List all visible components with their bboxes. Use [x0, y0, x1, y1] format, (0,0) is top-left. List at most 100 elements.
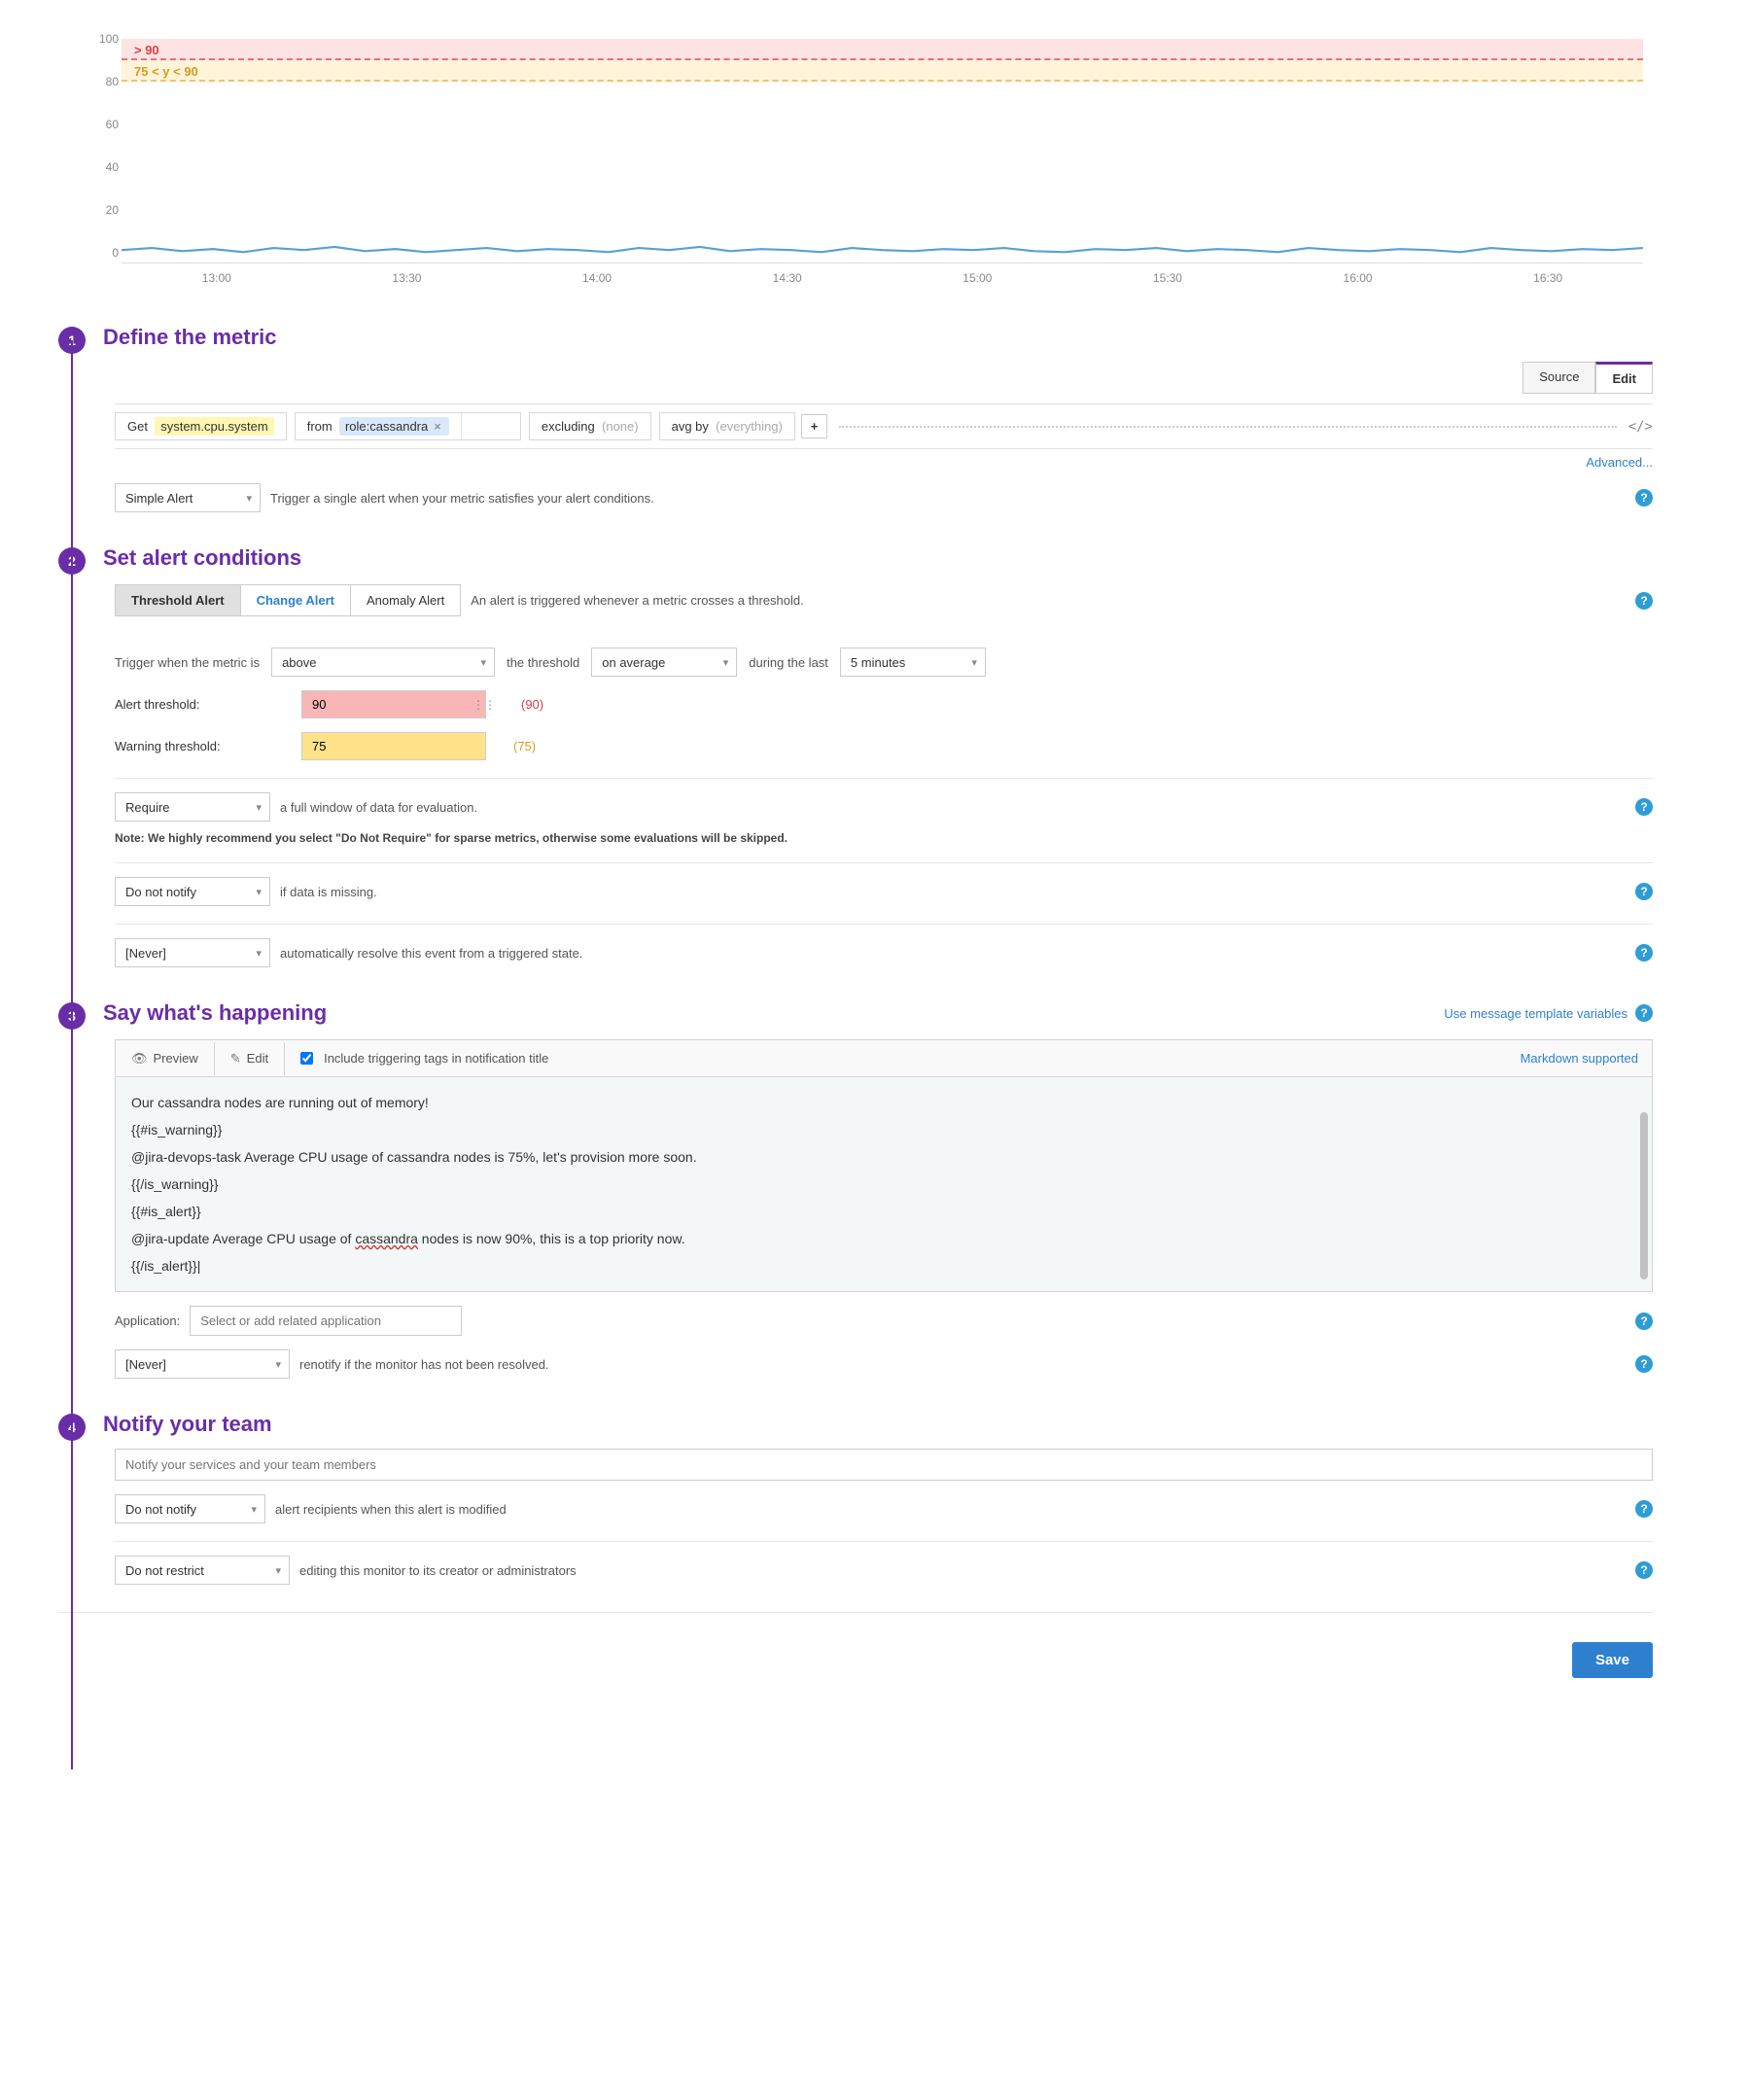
- require-note: Note: We highly recommend you select "Do…: [115, 831, 1653, 845]
- code-icon[interactable]: </>: [1628, 419, 1653, 435]
- x-tick: 14:00: [502, 263, 692, 285]
- markdown-supported-link[interactable]: Markdown supported: [1507, 1042, 1652, 1074]
- y-tick: 0: [88, 246, 119, 260]
- missing-desc: if data is missing.: [280, 885, 377, 899]
- step-timeline: [71, 340, 73, 1769]
- excluding-block[interactable]: excluding (none): [529, 412, 651, 440]
- method-select[interactable]: on average: [591, 648, 737, 677]
- renotify-desc: renotify if the monitor has not been res…: [299, 1357, 549, 1372]
- restrict-select[interactable]: Do not restrict: [115, 1556, 290, 1585]
- tab-edit[interactable]: Edit: [1595, 362, 1653, 394]
- editor-line: {{#is_warning}}: [131, 1116, 1636, 1143]
- query-divider: [839, 426, 1616, 428]
- tab-source[interactable]: Source: [1522, 362, 1595, 394]
- missing-data-select[interactable]: Do not notify: [115, 877, 270, 906]
- scrollbar-thumb[interactable]: [1640, 1112, 1648, 1279]
- label-from: from: [307, 419, 332, 434]
- alert-threshold-display: (90): [521, 697, 543, 712]
- metric-name[interactable]: system.cpu.system: [155, 417, 274, 436]
- y-tick: 20: [88, 203, 119, 217]
- advanced-link[interactable]: Advanced...: [1586, 455, 1653, 470]
- editor-line: {{#is_alert}}: [131, 1198, 1636, 1225]
- metric-query-row: Get system.cpu.system from role:cassandr…: [115, 403, 1653, 449]
- threshold-text: the threshold: [507, 655, 579, 670]
- notify-team-input[interactable]: [115, 1449, 1653, 1481]
- y-tick: 100: [88, 32, 119, 46]
- application-label: Application:: [115, 1313, 180, 1328]
- aggregate-block[interactable]: avg by (everything): [659, 412, 795, 440]
- x-tick: 16:00: [1263, 263, 1453, 285]
- editor-line: {{/is_alert}}|: [131, 1252, 1636, 1279]
- pencil-icon: ✎: [230, 1051, 241, 1067]
- help-icon[interactable]: ?: [1635, 883, 1653, 900]
- y-tick: 40: [88, 160, 119, 174]
- during-text: during the last: [749, 655, 828, 670]
- y-tick: 60: [88, 118, 119, 131]
- help-icon[interactable]: ?: [1635, 798, 1653, 816]
- preview-tab[interactable]: 👁Preview: [116, 1042, 215, 1075]
- eye-icon: 👁: [131, 1051, 148, 1067]
- alert-threshold-input[interactable]: [301, 690, 486, 718]
- tab-anomaly[interactable]: Anomaly Alert: [351, 585, 460, 615]
- autoresolve-desc: automatically resolve this event from a …: [280, 946, 582, 961]
- warning-threshold-display: (75): [513, 739, 536, 753]
- save-button[interactable]: Save: [1572, 1642, 1653, 1678]
- template-vars-link[interactable]: Use message template variables: [1444, 1006, 1628, 1021]
- help-icon[interactable]: ?: [1635, 592, 1653, 610]
- help-icon[interactable]: ?: [1635, 944, 1653, 962]
- alert-mode-desc: Trigger a single alert when your metric …: [270, 491, 654, 506]
- metric-block[interactable]: Get system.cpu.system: [115, 412, 287, 440]
- x-tick: 14:30: [692, 263, 883, 285]
- remove-tag-icon[interactable]: ×: [434, 419, 441, 434]
- tab-change[interactable]: Change Alert: [241, 585, 351, 615]
- alert-threshold-label: > 90: [134, 43, 159, 57]
- restrict-desc: editing this monitor to its creator or a…: [299, 1563, 577, 1578]
- warning-band: [122, 60, 1643, 82]
- x-axis: 13:00 13:30 14:00 14:30 15:00 15:30 16:0…: [122, 262, 1643, 285]
- label-avgby: avg by: [672, 419, 709, 434]
- editor-line: @jira-update Average CPU usage of cassan…: [131, 1225, 1636, 1252]
- y-tick: 80: [88, 75, 119, 88]
- help-icon[interactable]: ?: [1635, 1004, 1653, 1022]
- editor-line: Our cassandra nodes are running out of m…: [131, 1089, 1636, 1116]
- warning-threshold-label: 75 < y < 90: [134, 64, 198, 79]
- include-tags-checkbox[interactable]: [300, 1052, 313, 1065]
- alert-type-tabs: Threshold Alert Change Alert Anomaly Ale…: [115, 584, 461, 616]
- require-select[interactable]: Require: [115, 792, 270, 822]
- aggregate-value: (everything): [716, 419, 783, 434]
- label-get: Get: [127, 419, 148, 434]
- excluding-value: (none): [602, 419, 639, 434]
- application-input[interactable]: [190, 1306, 462, 1336]
- label-excluding: excluding: [542, 419, 595, 434]
- editor-line: @jira-devops-task Average CPU usage of c…: [131, 1143, 1636, 1171]
- help-icon[interactable]: ?: [1635, 489, 1653, 507]
- scope-block[interactable]: from role:cassandra×: [295, 412, 521, 440]
- x-tick: 15:00: [883, 263, 1073, 285]
- scope-tag[interactable]: role:cassandra×: [339, 417, 449, 436]
- trigger-label: Trigger when the metric is: [115, 655, 260, 670]
- help-icon[interactable]: ?: [1635, 1312, 1653, 1330]
- renotify-select[interactable]: [Never]: [115, 1349, 290, 1379]
- help-icon[interactable]: ?: [1635, 1355, 1653, 1373]
- input-handle-icon[interactable]: ⋮⋮: [472, 698, 496, 712]
- message-editor-toolbar: 👁Preview ✎Edit Include triggering tags i…: [115, 1039, 1653, 1076]
- modify-notify-select[interactable]: Do not notify: [115, 1494, 265, 1523]
- alert-mode-select[interactable]: Simple Alert: [115, 483, 261, 512]
- step4-title: Notify your team: [103, 1412, 1653, 1437]
- modify-desc: alert recipients when this alert is modi…: [275, 1502, 507, 1517]
- autoresolve-select[interactable]: [Never]: [115, 938, 270, 967]
- add-query-button[interactable]: +: [801, 414, 828, 438]
- alert-band: [122, 39, 1643, 60]
- include-tags-label: Include triggering tags in notification …: [324, 1051, 548, 1066]
- tab-threshold[interactable]: Threshold Alert: [116, 585, 241, 615]
- step3-title: Say what's happening: [103, 1000, 327, 1026]
- window-select[interactable]: 5 minutes: [840, 648, 986, 677]
- x-tick: 13:30: [312, 263, 503, 285]
- x-tick: 13:00: [122, 263, 312, 285]
- help-icon[interactable]: ?: [1635, 1561, 1653, 1579]
- warning-threshold-input[interactable]: [301, 732, 486, 760]
- direction-select[interactable]: above: [271, 648, 495, 677]
- message-editor[interactable]: Our cassandra nodes are running out of m…: [115, 1076, 1653, 1292]
- edit-tab[interactable]: ✎Edit: [215, 1042, 285, 1075]
- help-icon[interactable]: ?: [1635, 1500, 1653, 1518]
